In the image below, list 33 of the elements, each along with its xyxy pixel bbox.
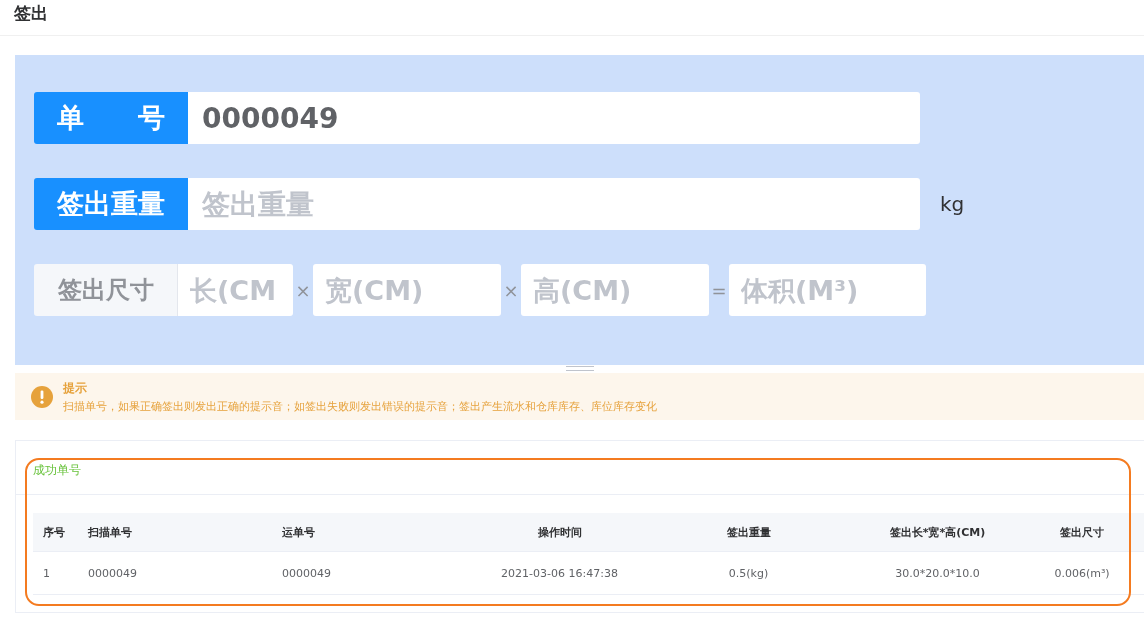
dimension-input[interactable]: 体积(M³)	[729, 264, 926, 316]
dimension-input[interactable]: 长(CM	[177, 264, 293, 316]
operator-sign: ×	[502, 279, 520, 301]
alert-title: 提示	[63, 379, 88, 397]
weight-input[interactable]: 签出重量	[188, 178, 920, 230]
operator-sign: =	[710, 279, 728, 301]
column-header: 签出尺寸	[1059, 524, 1105, 540]
table-cell-text: 0.5(kg)	[727, 566, 770, 580]
column-header: 签出长*宽*高(CM)	[888, 524, 987, 540]
card-title: 成功单号	[33, 463, 81, 477]
table-cell-text: 0.006(m³)	[1053, 566, 1111, 580]
page-title: 签出	[0, 0, 1144, 36]
field-label: 签出重量	[34, 178, 188, 230]
table-cell-text: 1	[42, 566, 51, 580]
warning-icon	[31, 385, 53, 408]
column-header: 扫描单号	[87, 524, 133, 540]
column-header: 运单号	[281, 524, 316, 540]
table-cell-text: 0000049	[281, 566, 332, 580]
table-cell-text: 0000049	[87, 566, 138, 580]
table-cell-text: 2021-03-06 16:47:38	[500, 566, 619, 580]
column-header: 操作时间	[536, 524, 583, 540]
order-input[interactable]: 0000049	[188, 92, 920, 144]
unit-label: kg	[940, 192, 965, 216]
operator-sign: ×	[294, 279, 312, 301]
dimension-input[interactable]: 高(CM)	[521, 264, 709, 316]
alert-text: 扫描单号，如果正确签出则发出正确的提示音；如签出失败则发出错误的提示音；签出产生流水和仓库库存、库位库存变化	[63, 399, 657, 414]
field-label: 单 号	[34, 92, 188, 144]
dimension-input[interactable]: 宽(CM)	[313, 264, 501, 316]
field-label: 签出尺寸	[34, 264, 177, 316]
column-header: 签出重量	[725, 524, 772, 540]
column-header: 序号	[42, 524, 66, 540]
resize-handle-icon[interactable]	[565, 366, 594, 371]
table-cell-text: 30.0*20.0*10.0	[894, 566, 981, 580]
